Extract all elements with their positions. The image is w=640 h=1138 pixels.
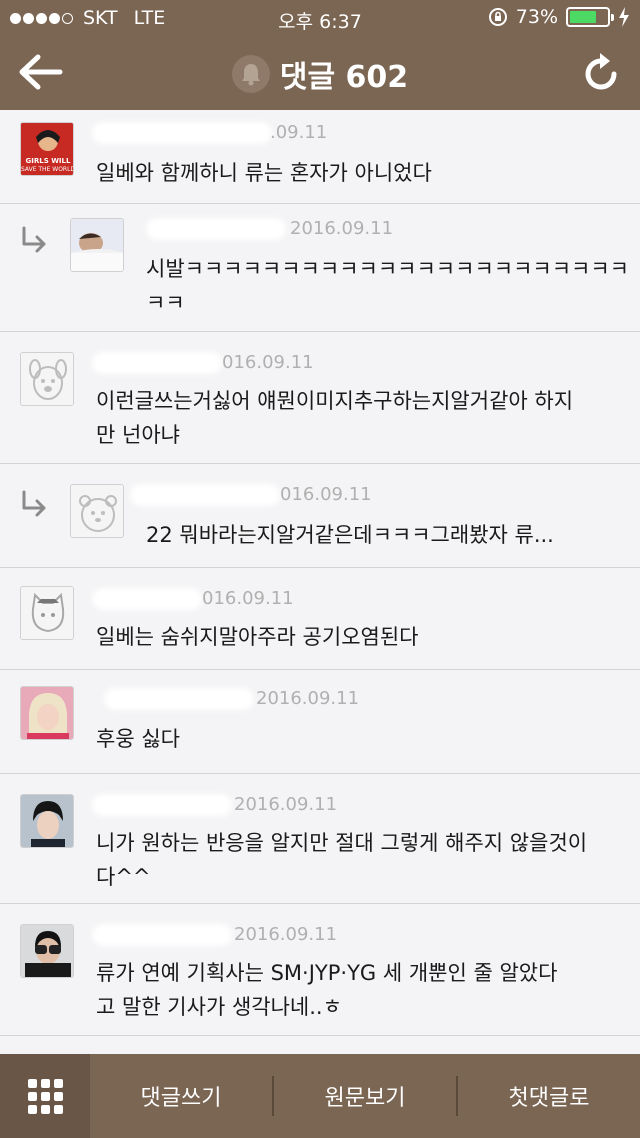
comment-date: .09.11 xyxy=(270,122,328,143)
write-comment-button[interactable]: 댓글쓰기 xyxy=(90,1054,272,1138)
grid-icon xyxy=(27,1078,63,1114)
page-title-wrap: 댓글 602 xyxy=(0,52,640,96)
comment-item[interactable]: 016.09.11 일베는 숨쉬지말아주라 공기오염된다 xyxy=(0,568,640,670)
cartoon-cat-avatar-icon[interactable] xyxy=(20,586,74,640)
comment-item[interactable]: GIRLS WILL SAVE THE WORLD .09.11 일베와 함께하니… xyxy=(0,110,640,204)
author-redacted xyxy=(146,218,286,240)
author-redacted xyxy=(104,688,254,710)
comment-text: 22 뭐바라는지알거같은데ㅋㅋㅋ그래봤자 류... xyxy=(146,523,554,547)
comment-text: 일베는 숨쉬지말아주라 공기오염된다 xyxy=(96,625,419,649)
comment-date: 016.09.11 xyxy=(280,484,372,505)
cartoon-bear-avatar-icon[interactable] xyxy=(70,484,124,538)
comment-list[interactable]: GIRLS WILL SAVE THE WORLD .09.11 일베와 함께하니… xyxy=(0,110,640,1054)
comment-item-partial[interactable] xyxy=(0,1036,640,1054)
comment-date: 016.09.11 xyxy=(202,588,294,609)
person-binoculars-avatar-icon[interactable] xyxy=(20,924,74,978)
page-title: 댓글 602 xyxy=(279,60,409,95)
charging-icon xyxy=(619,7,629,27)
battery-icon xyxy=(566,7,614,27)
author-redacted xyxy=(130,484,280,506)
sleeping-person-avatar-icon[interactable] xyxy=(70,218,124,272)
comment-text: 니가 원하는 반응을 알지만 절대 그렇게 해주지 않을것이 xyxy=(96,831,588,855)
menu-grid-button[interactable] xyxy=(0,1054,90,1138)
view-original-button[interactable]: 원문보기 xyxy=(274,1054,456,1138)
comment-date: 2016.09.11 xyxy=(290,218,394,239)
rotation-lock-icon xyxy=(488,8,507,26)
bell-icon[interactable] xyxy=(231,55,270,93)
reply-arrow-icon xyxy=(22,226,46,253)
reply-item[interactable]: 016.09.11 22 뭐바라는지알거같은데ㅋㅋㅋ그래봤자 류... xyxy=(0,464,640,568)
reply-arrow-icon xyxy=(22,490,46,517)
comment-item[interactable]: 2016.09.11 류가 연예 기획사는 SM·JYP·YG 세 개뿐인 줄 … xyxy=(0,904,640,1036)
comment-text: 이런글쓰는거싫어 얘뭔이미지추구하는지알거같아 하지 xyxy=(96,389,574,413)
comment-text-line2: 다^^ xyxy=(96,865,151,889)
author-redacted xyxy=(92,924,232,946)
cartoon-dog-avatar-icon[interactable] xyxy=(20,352,74,406)
comment-text-line2: 고 말한 기사가 생각나네..ㅎ xyxy=(96,995,342,1019)
comment-date: 016.09.11 xyxy=(222,352,314,373)
dark-haired-person-avatar-icon[interactable] xyxy=(20,794,74,848)
battery-percent: 73% xyxy=(515,6,558,28)
reply-item[interactable]: 2016.09.11 시발ㅋㅋㅋㅋㅋㅋㅋㅋㅋㅋㅋㅋㅋㅋㅋㅋㅋㅋㅋㅋㅋㅋㅋ ㅋㅋ xyxy=(0,204,640,332)
wonder-woman-avatar-icon[interactable]: GIRLS WILL SAVE THE WORLD xyxy=(20,122,74,176)
comment-date: 2016.09.11 xyxy=(234,794,338,815)
author-redacted xyxy=(92,794,232,816)
comment-text-line2: 만 넌아냐 xyxy=(96,423,180,447)
refresh-icon[interactable] xyxy=(582,50,622,94)
author-redacted xyxy=(92,352,222,374)
svg-text:SAVE THE WORLD: SAVE THE WORLD xyxy=(21,166,74,173)
comment-text: 일베와 함께하니 류는 혼자가 아니었다 xyxy=(96,161,432,185)
comment-date: 2016.09.11 xyxy=(234,924,338,945)
comment-text-line2: ㅋㅋ xyxy=(146,291,185,315)
author-redacted xyxy=(92,588,202,610)
first-comment-button[interactable]: 첫댓글로 xyxy=(458,1054,640,1138)
author-redacted xyxy=(92,122,272,144)
status-bar: SKT LTE 오후 6:37 73% xyxy=(0,0,640,36)
bottom-toolbar: 댓글쓰기 원문보기 첫댓글로 xyxy=(0,1054,640,1138)
blonde-person-avatar-icon[interactable] xyxy=(20,686,74,740)
comment-text: 류가 연예 기획사는 SM·JYP·YG 세 개뿐인 줄 알았다 xyxy=(96,961,558,985)
comment-text: 후웅 싫다 xyxy=(96,727,180,751)
svg-text:GIRLS WILL: GIRLS WILL xyxy=(26,157,71,165)
comment-date: 2016.09.11 xyxy=(256,688,360,709)
status-right: 73% xyxy=(488,6,630,28)
comment-item[interactable]: 016.09.11 이런글쓰는거싫어 얘뭔이미지추구하는지알거같아 하지 만 넌… xyxy=(0,332,640,464)
comment-item[interactable]: 2016.09.11 니가 원하는 반응을 알지만 절대 그렇게 해주지 않을것… xyxy=(0,774,640,904)
comment-item[interactable]: 2016.09.11 후웅 싫다 xyxy=(0,670,640,774)
nav-bar: 댓글 602 xyxy=(0,36,640,110)
comment-text: 시발ㅋㅋㅋㅋㅋㅋㅋㅋㅋㅋㅋㅋㅋㅋㅋㅋㅋㅋㅋㅋㅋㅋㅋ xyxy=(146,257,629,281)
